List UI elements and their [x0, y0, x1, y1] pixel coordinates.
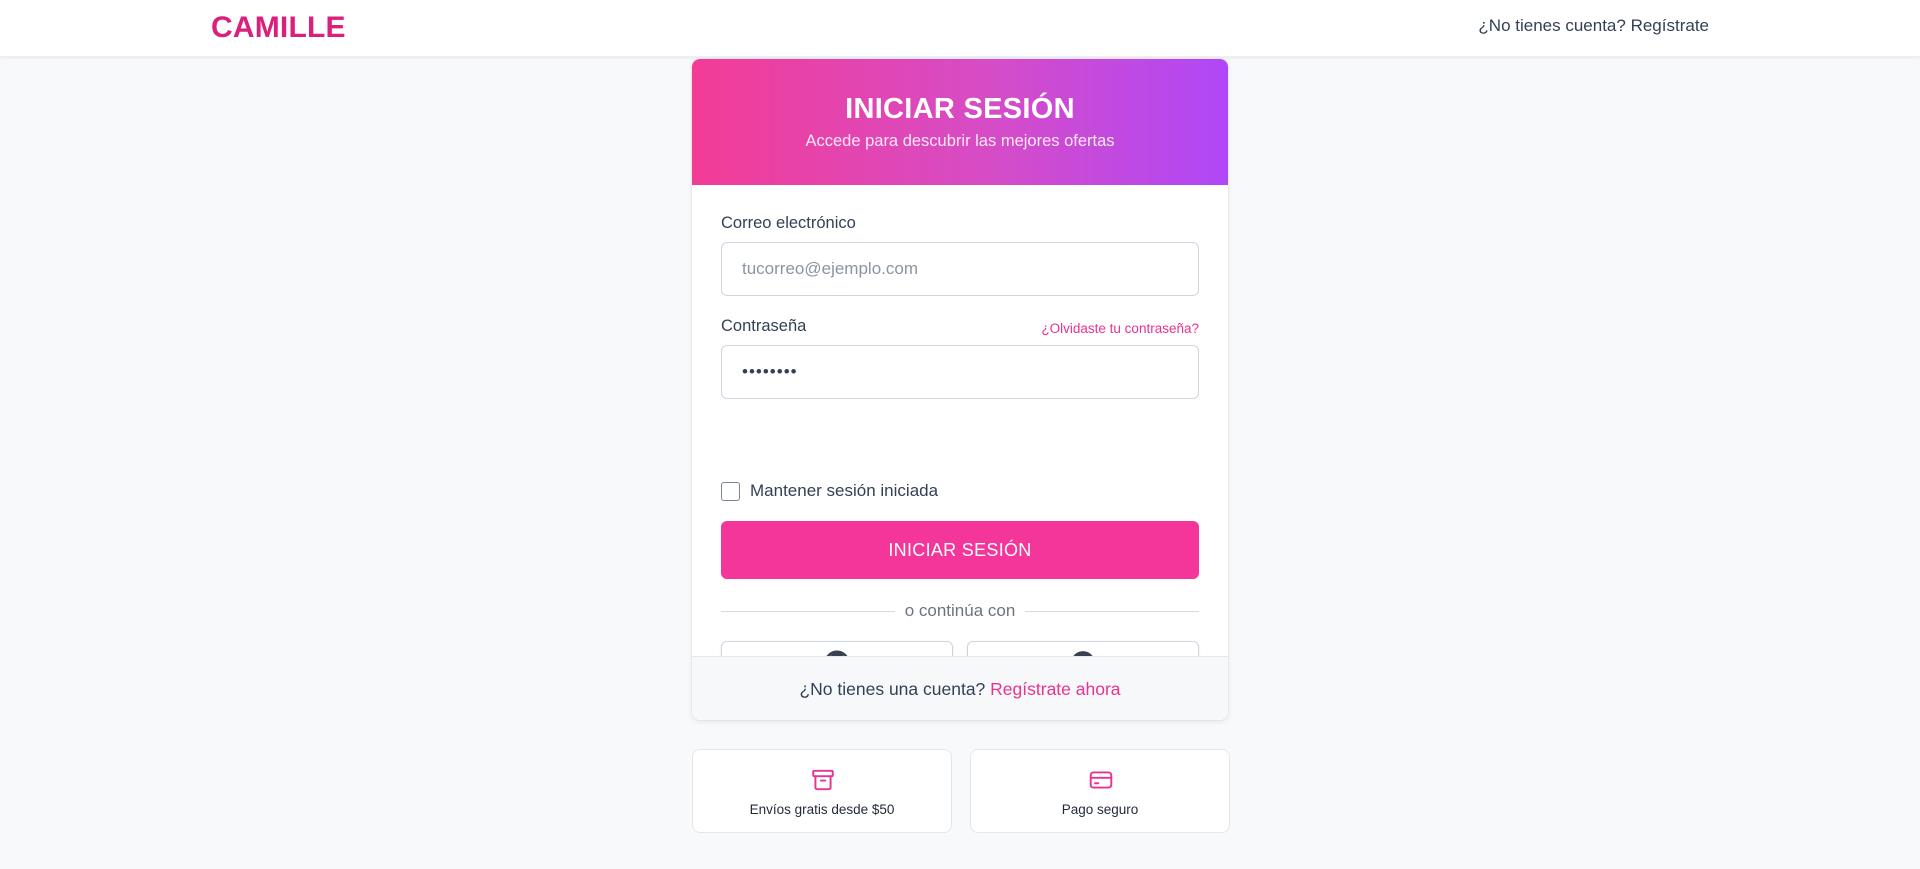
login-card: INICIAR SESIÓN Accede para descubrir las…	[692, 59, 1228, 720]
top-navbar: CAMILLE ¿No tienes cuenta? Regístrate	[0, 0, 1920, 57]
password-field[interactable]	[721, 345, 1199, 399]
login-title: INICIAR SESIÓN	[845, 93, 1075, 125]
email-label: Correo electrónico	[721, 214, 856, 232]
password-label: Contraseña	[721, 317, 807, 335]
feature-secure-payment: Pago seguro	[970, 749, 1230, 833]
register-link[interactable]: ¿No tienes cuenta? Regístrate	[1478, 16, 1709, 36]
login-subtitle: Accede para descubrir las mejores oferta…	[805, 132, 1115, 150]
remember-me-row: Mantener sesión iniciada	[721, 481, 938, 501]
login-submit-button[interactable]: INICIAR SESIÓN	[721, 521, 1199, 579]
archive-box-icon	[812, 769, 834, 791]
remember-me-label[interactable]: Mantener sesión iniciada	[750, 481, 938, 501]
email-field[interactable]	[721, 242, 1199, 296]
forgot-password-link[interactable]: ¿Olvidaste tu contraseña?	[1041, 321, 1199, 336]
no-account-text: ¿No tienes una cuenta?	[799, 679, 986, 699]
register-now-link[interactable]: Regístrate ahora	[990, 679, 1120, 699]
social-divider: o continúa con	[721, 601, 1199, 621]
credit-card-icon	[1089, 771, 1113, 789]
feature-free-shipping: Envíos gratis desde $50	[692, 749, 952, 833]
login-card-header: INICIAR SESIÓN Accede para descubrir las…	[692, 59, 1228, 185]
brand-logo[interactable]: CAMILLE	[211, 11, 346, 45]
login-card-footer: ¿No tienes una cuenta? Regístrate ahora	[692, 656, 1228, 720]
feature-label: Pago seguro	[1061, 802, 1139, 817]
feature-label: Envíos gratis desde $50	[749, 802, 895, 817]
remember-me-checkbox[interactable]	[721, 481, 740, 501]
divider-line-right	[1025, 611, 1199, 612]
